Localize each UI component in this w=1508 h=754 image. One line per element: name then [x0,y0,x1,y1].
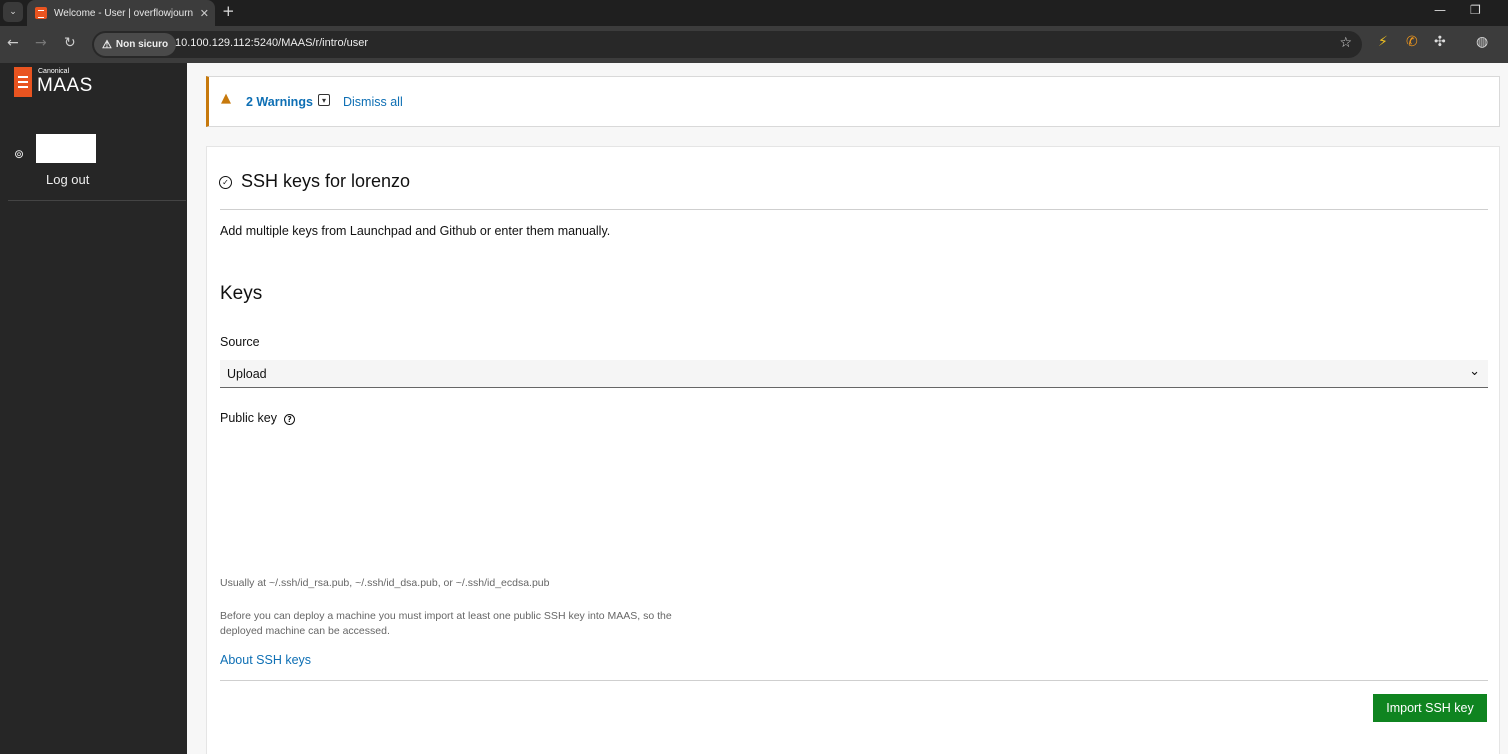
tab-list-chevron-icon[interactable]: ⌄ [3,2,23,22]
help-icon[interactable]: ? [284,414,295,425]
logo-maas-text[interactable]: MAAS [37,75,93,97]
public-key-label: Public key [220,411,277,425]
browser-tab-active[interactable]: Welcome - User | overflowjourn ✕ [27,0,215,26]
chevron-down-icon[interactable]: ▾ [318,94,330,106]
select-chevron-down-icon: ⌄ [1469,364,1480,379]
profile-avatar-icon[interactable]: ◍ [1476,34,1488,50]
import-ssh-key-button[interactable]: Import SSH key [1373,694,1487,722]
warnings-toggle[interactable]: 2 Warnings [246,95,313,109]
public-key-textarea[interactable] [220,437,1488,567]
bookmark-star-icon[interactable]: ☆ [1339,35,1352,51]
address-bar[interactable]: ⚠ Non sicuro 10.100.129.112:5240/MAAS/r/… [92,31,1362,58]
card-description: Add multiple keys from Launchpad and Git… [220,224,611,238]
extension-phone-icon[interactable]: ✆ [1406,34,1418,50]
security-label: Non sicuro [115,39,169,50]
tab-title: Welcome - User | overflowjourn [54,7,194,19]
keys-heading: Keys [220,283,263,304]
warning-triangle-icon: ⚠ [102,39,112,51]
maas-sidebar: Canonical MAAS ⊚ Log out [0,63,187,754]
page-title: SSH keys for lorenzo [241,171,411,191]
footer-divider [220,680,1488,681]
restore-icon[interactable]: ❐ [1470,3,1481,17]
new-tab-icon[interactable]: + [222,2,235,20]
forward-icon[interactable]: → [35,35,47,51]
logo-canonical-text: Canonical [38,68,70,75]
about-ssh-keys-link[interactable]: About SSH keys [220,653,311,667]
url-text[interactable]: 10.100.129.112:5240/MAAS/r/intro/user [175,37,368,49]
title-divider [220,209,1488,210]
user-icon: ⊚ [14,147,25,161]
minimize-icon[interactable]: — [1434,3,1446,17]
main-content: ▲ 2 Warnings ▾ Dismiss all ✓ SSH keys fo… [187,63,1508,754]
reload-icon[interactable]: ↻ [64,35,76,51]
maas-favicon-icon [35,7,47,19]
extension-bolt-icon[interactable]: ⚡ [1378,34,1388,50]
deploy-hint: Before you can deploy a machine you must… [220,610,672,637]
dismiss-all-link[interactable]: Dismiss all [343,95,403,109]
logout-link[interactable]: Log out [46,172,89,187]
browser-tabbar: ⌄ Welcome - User | overflowjourn ✕ + — ❐ [0,0,1508,26]
check-circle-icon: ✓ [219,176,232,189]
tab-close-icon[interactable]: ✕ [200,7,209,20]
maas-logo-icon[interactable] [14,67,32,97]
extensions-puzzle-icon[interactable]: ✣ [1434,34,1446,50]
warning-icon: ▲ [221,91,231,106]
ssh-keys-card: ✓ SSH keys for lorenzo Add multiple keys… [206,146,1500,754]
username-redacted[interactable] [36,134,96,163]
sidebar-divider [8,200,186,201]
back-icon[interactable]: ← [7,35,19,51]
source-label: Source [220,335,260,349]
browser-toolbar: ← → ↻ ⚠ Non sicuro 10.100.129.112:5240/M… [0,26,1508,63]
security-chip[interactable]: ⚠ Non sicuro [94,33,177,56]
warnings-notification: ▲ 2 Warnings ▾ Dismiss all [206,76,1500,127]
key-path-hint: Usually at ~/.ssh/id_rsa.pub, ~/.ssh/id_… [220,577,550,589]
source-select[interactable]: Upload ⌄ [220,360,1488,388]
source-selected-value: Upload [227,367,267,381]
